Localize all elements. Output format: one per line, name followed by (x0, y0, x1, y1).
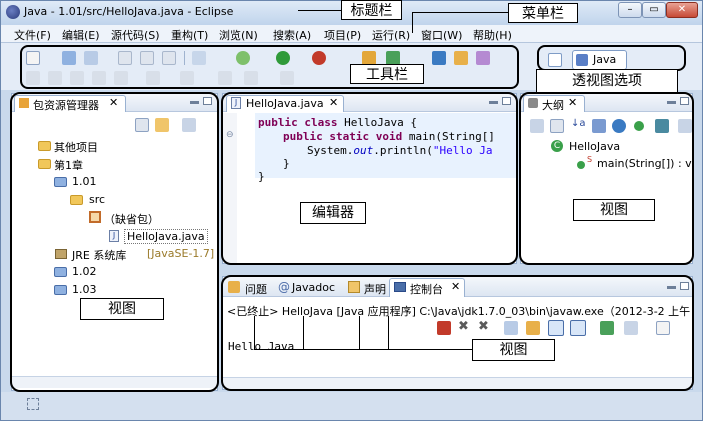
status-bar (1, 392, 702, 420)
menu-navigate[interactable]: 浏览(N) (219, 27, 258, 43)
menu-run[interactable]: 运行(R) (372, 27, 410, 43)
annotation-perspective: 透视图选项 (536, 69, 678, 93)
minimize-button[interactable]: – (618, 2, 642, 18)
bottom-view-outline (221, 275, 694, 391)
toolbar-highlight-box (20, 45, 519, 89)
menu-help[interactable]: 帮助(H) (473, 27, 512, 43)
close-button[interactable]: ✕ (666, 2, 698, 18)
window-title: Java - 1.01/src/HelloJava.java - Eclipse (24, 5, 234, 18)
menu-edit[interactable]: 编辑(E) (62, 27, 100, 43)
perspective-highlight-box (537, 45, 686, 71)
menu-file[interactable]: 文件(F) (14, 27, 51, 43)
menu-refactor[interactable]: 重构(T) (171, 27, 208, 43)
annotation-menu-bar: 菜单栏 (508, 3, 578, 23)
annotation-line (412, 12, 413, 33)
menu-project[interactable]: 项目(P) (324, 27, 361, 43)
editor-outline (221, 92, 518, 265)
annotation-line (412, 12, 508, 13)
menu-search[interactable]: 搜索(A) (273, 27, 311, 43)
left-view-outline (10, 92, 219, 392)
annotation-line (298, 10, 341, 11)
right-view-outline (519, 92, 694, 265)
fast-view-icon[interactable] (27, 398, 39, 410)
annotation-title-bar: 标题栏 (341, 0, 402, 20)
menu-source[interactable]: 源代码(S) (111, 27, 160, 43)
eclipse-app-icon (6, 5, 20, 19)
menu-window[interactable]: 窗口(W) (421, 27, 462, 43)
maximize-button[interactable]: ▭ (642, 2, 666, 18)
annotation-toolbar: 工具栏 (350, 64, 424, 84)
